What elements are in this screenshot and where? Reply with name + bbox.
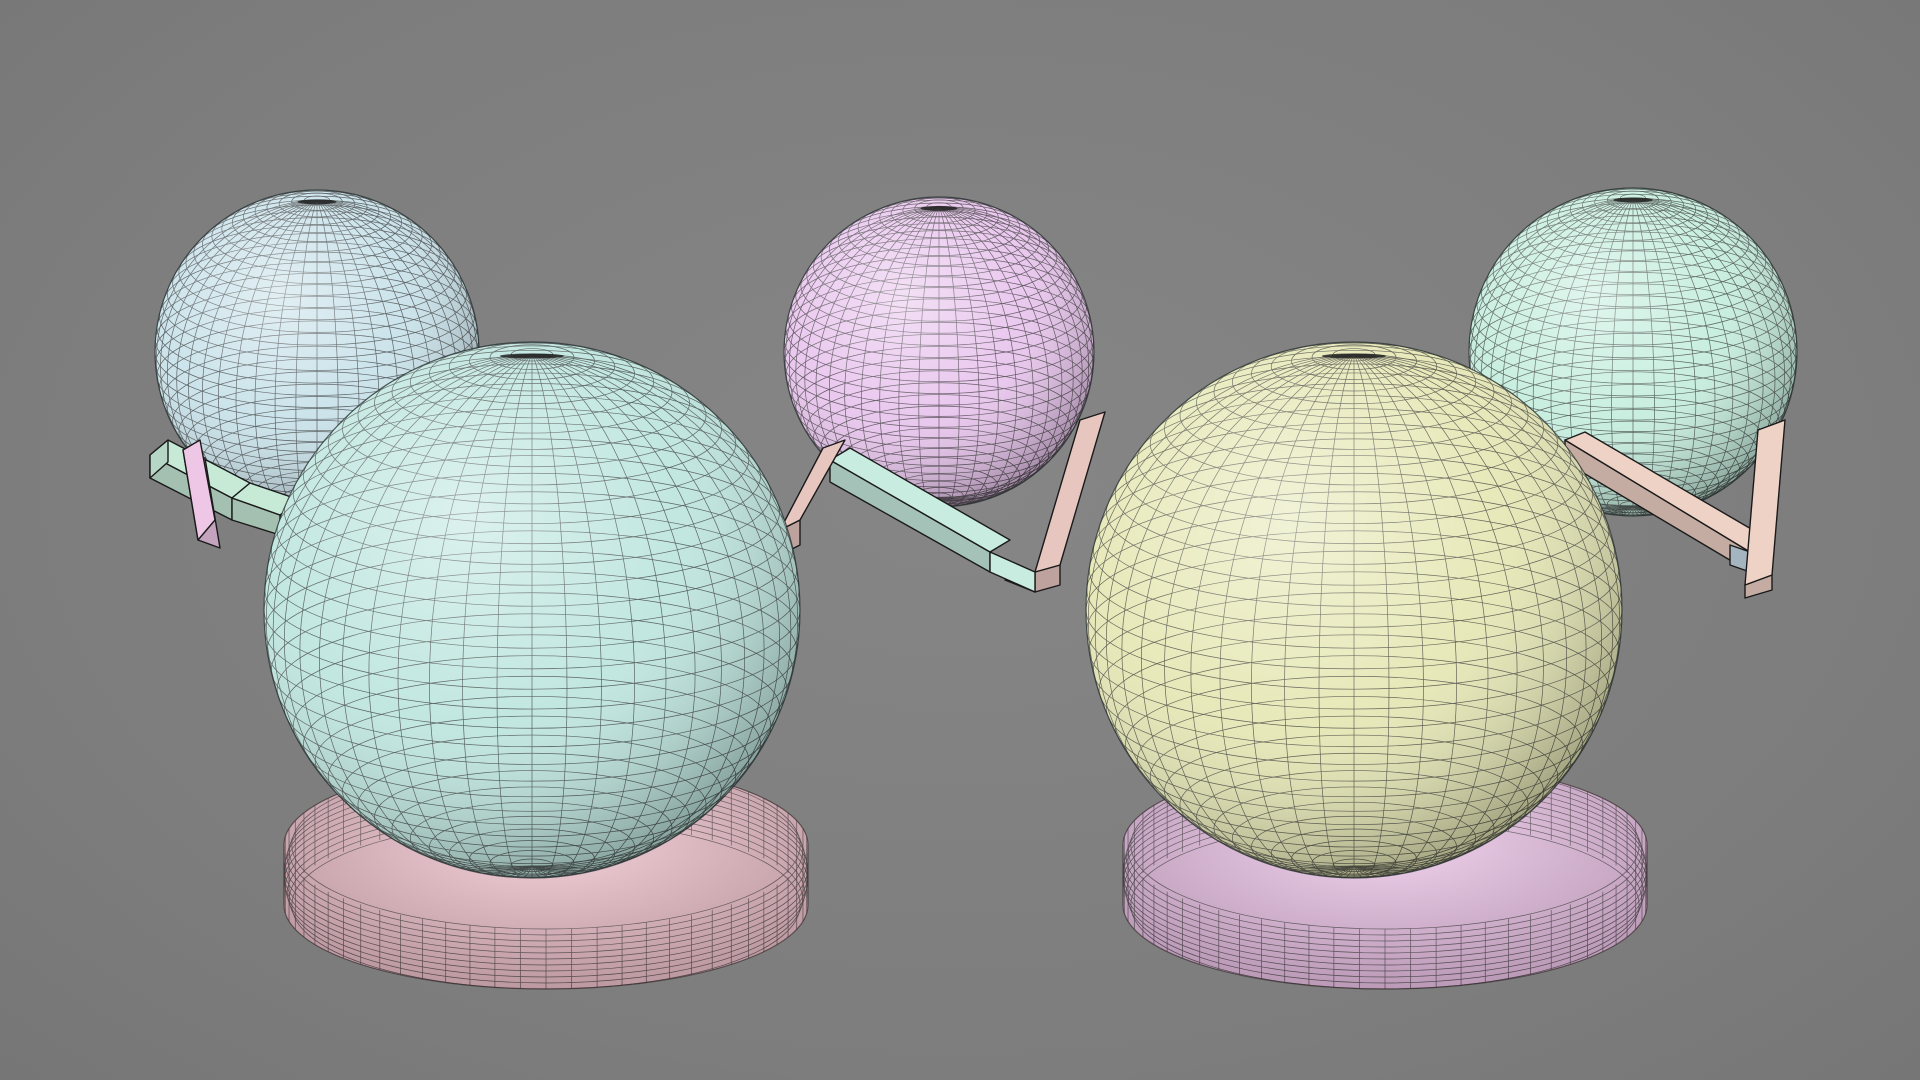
scene-render — [149, 187, 1798, 990]
sphere-front-right[interactable] — [1085, 341, 1623, 879]
3d-viewport[interactable] — [0, 0, 1920, 1080]
objects-layer — [149, 187, 1798, 990]
sphere-front-left[interactable] — [263, 341, 801, 879]
